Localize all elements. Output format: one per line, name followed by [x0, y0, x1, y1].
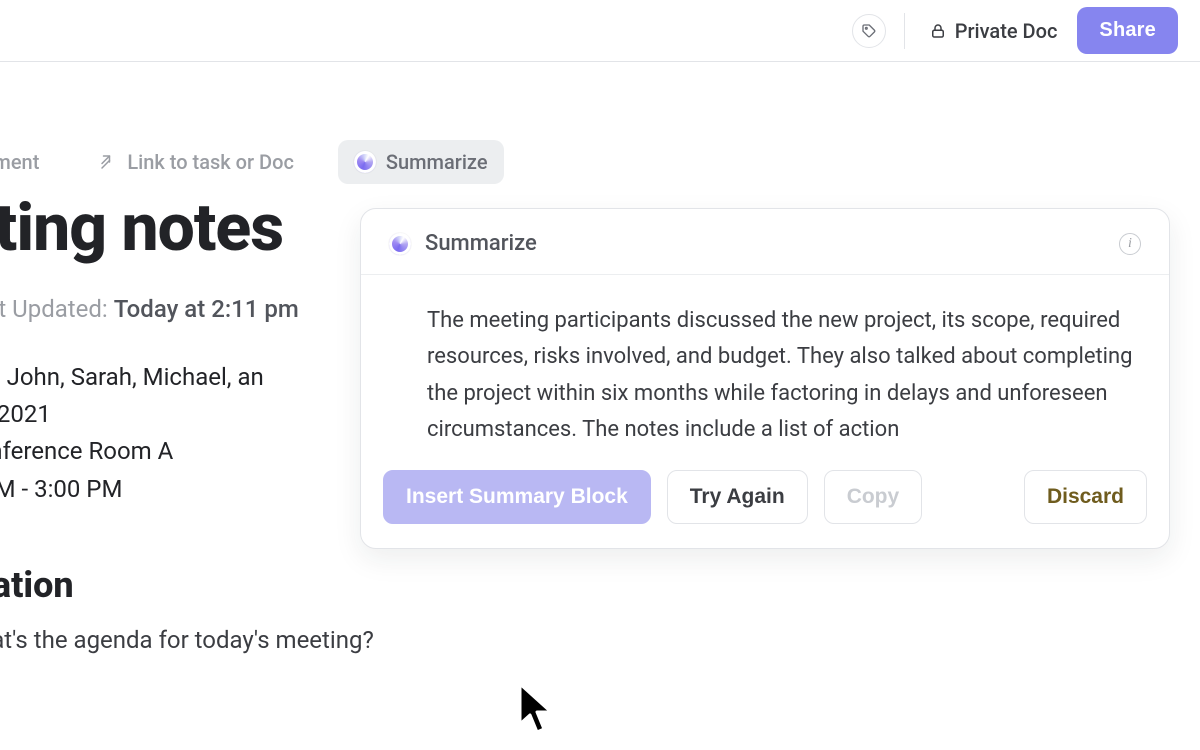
action-link[interactable]: Link to task or Doc	[83, 140, 310, 184]
participants-label: nts:	[0, 363, 1, 391]
summary-text: The meeting participants discussed the n…	[361, 275, 1169, 456]
summarize-panel-actions: Insert Summary Block Try Again Copy Disc…	[361, 456, 1169, 548]
selection-actions: mment Link to task or Doc Summarize	[0, 140, 504, 184]
doc-privacy[interactable]: Private Doc	[923, 13, 1064, 49]
copy-button[interactable]: Copy	[824, 470, 923, 524]
location-line: Conference Room A	[0, 433, 380, 470]
participants-value: John, Sarah, Michael, an	[7, 363, 264, 391]
section-heading: rsation	[0, 564, 1200, 606]
summarize-panel-title-text: Summarize	[425, 231, 537, 256]
action-comment-label: mment	[0, 150, 39, 174]
summarize-panel-title: Summarize	[389, 231, 537, 256]
tag-icon[interactable]	[852, 14, 886, 48]
doc-details: nts: John, Sarah, Michael, an 15/2021 Co…	[0, 359, 380, 508]
ai-orb-icon	[389, 233, 411, 255]
info-icon[interactable]: i	[1119, 233, 1141, 255]
cursor-icon	[518, 682, 556, 738]
meta-value: Today at 2:11 pm	[114, 295, 299, 323]
discard-button[interactable]: Discard	[1024, 470, 1147, 524]
action-summarize[interactable]: Summarize	[338, 140, 504, 184]
app-topbar: Private Doc Share	[0, 0, 1200, 62]
agenda-question: what's the agenda for today's meeting?	[0, 626, 1200, 654]
meta-label: Last Updated:	[0, 295, 108, 323]
time-line: 0 PM - 3:00 PM	[0, 471, 380, 508]
privacy-label: Private Doc	[955, 19, 1058, 43]
insert-summary-button[interactable]: Insert Summary Block	[383, 470, 651, 524]
try-again-button[interactable]: Try Again	[667, 470, 808, 524]
action-link-label: Link to task or Doc	[127, 150, 294, 174]
link-arrow-icon	[99, 153, 117, 171]
action-summarize-label: Summarize	[386, 150, 488, 174]
summarize-panel: Summarize i The meeting participants dis…	[360, 208, 1170, 549]
date-line: 15/2021	[0, 396, 380, 433]
divider	[904, 13, 905, 49]
summarize-panel-header: Summarize i	[361, 209, 1169, 275]
share-button[interactable]: Share	[1077, 7, 1178, 54]
ai-orb-icon	[354, 151, 376, 173]
action-comment[interactable]: mment	[0, 140, 55, 184]
lock-icon	[929, 22, 947, 40]
